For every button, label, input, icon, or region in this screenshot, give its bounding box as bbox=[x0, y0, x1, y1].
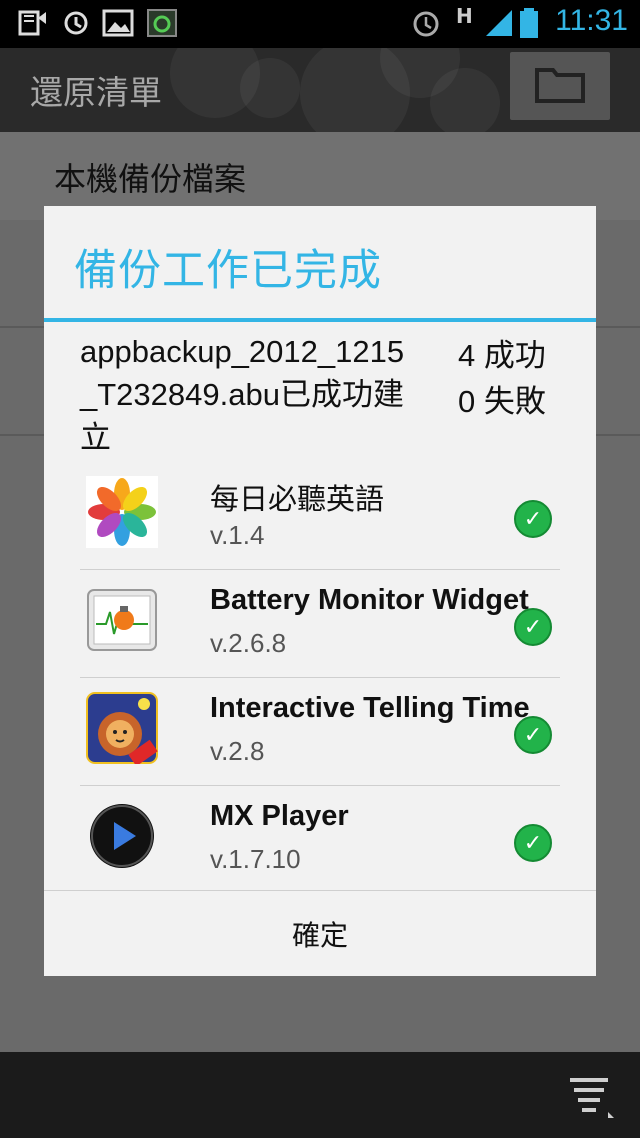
app-list: 每日必聽英語 v.1.4 ✓ Battery Monitor Widget v.… bbox=[80, 462, 560, 894]
app-name: 每日必聽英語 bbox=[210, 484, 385, 516]
app-name: Interactive Telling Time bbox=[210, 692, 530, 724]
app-name: MX Player bbox=[210, 800, 349, 832]
check-icon: ✓ bbox=[514, 824, 552, 862]
app-version: v.2.8 bbox=[210, 736, 265, 766]
flower-icon bbox=[86, 476, 158, 548]
action-bar: 還原清單 bbox=[0, 48, 640, 132]
success-count: 4 成功 bbox=[458, 338, 546, 373]
list-item: Battery Monitor Widget v.2.6.8 ✓ bbox=[80, 570, 560, 678]
battery-icon bbox=[518, 8, 540, 38]
overflow-menu-icon[interactable] bbox=[564, 1072, 614, 1122]
bottom-bar bbox=[0, 1052, 640, 1138]
clock: 11:31 bbox=[555, 4, 628, 37]
title-divider bbox=[44, 318, 596, 322]
dialog-title: 備份工作已完成 bbox=[74, 246, 382, 296]
screen-title: 還原清單 bbox=[30, 73, 162, 112]
app-update-icon bbox=[146, 8, 178, 38]
folder-icon bbox=[534, 64, 586, 108]
app-version: v.1.4 bbox=[210, 520, 265, 550]
sync-icon bbox=[60, 8, 92, 38]
signal-icon bbox=[484, 8, 516, 38]
list-item: 每日必聽英語 v.1.4 ✓ bbox=[80, 462, 560, 570]
app-version: v.2.6.8 bbox=[210, 628, 287, 658]
app-name: Battery Monitor Widget bbox=[210, 584, 529, 616]
fail-count: 0 失敗 bbox=[458, 384, 546, 419]
check-icon: ✓ bbox=[514, 608, 552, 646]
battery-monitor-icon bbox=[86, 584, 158, 656]
sdcard-icon bbox=[16, 8, 48, 38]
dialog-message: appbackup_2012_1215_T232849.abu已成功建立 bbox=[80, 334, 405, 455]
play-icon bbox=[86, 800, 158, 872]
image-icon bbox=[102, 8, 134, 38]
check-icon: ✓ bbox=[514, 500, 552, 538]
app-version: v.1.7.10 bbox=[210, 844, 301, 874]
lion-clock-icon bbox=[86, 692, 158, 767]
status-bar: H 11:31 bbox=[0, 0, 640, 48]
folder-button[interactable] bbox=[510, 52, 610, 120]
section-label: 本機備份檔案 bbox=[54, 160, 247, 198]
list-item: MX Player v.1.7.10 ✓ bbox=[80, 786, 560, 894]
check-icon: ✓ bbox=[514, 716, 552, 754]
ok-button[interactable]: 確定 bbox=[44, 891, 596, 976]
backup-complete-dialog: 備份工作已完成 appbackup_2012_1215_T232849.abu已… bbox=[44, 206, 596, 976]
alarm-icon bbox=[410, 8, 442, 38]
list-item: Interactive Telling Time v.2.8 ✓ bbox=[80, 678, 560, 786]
